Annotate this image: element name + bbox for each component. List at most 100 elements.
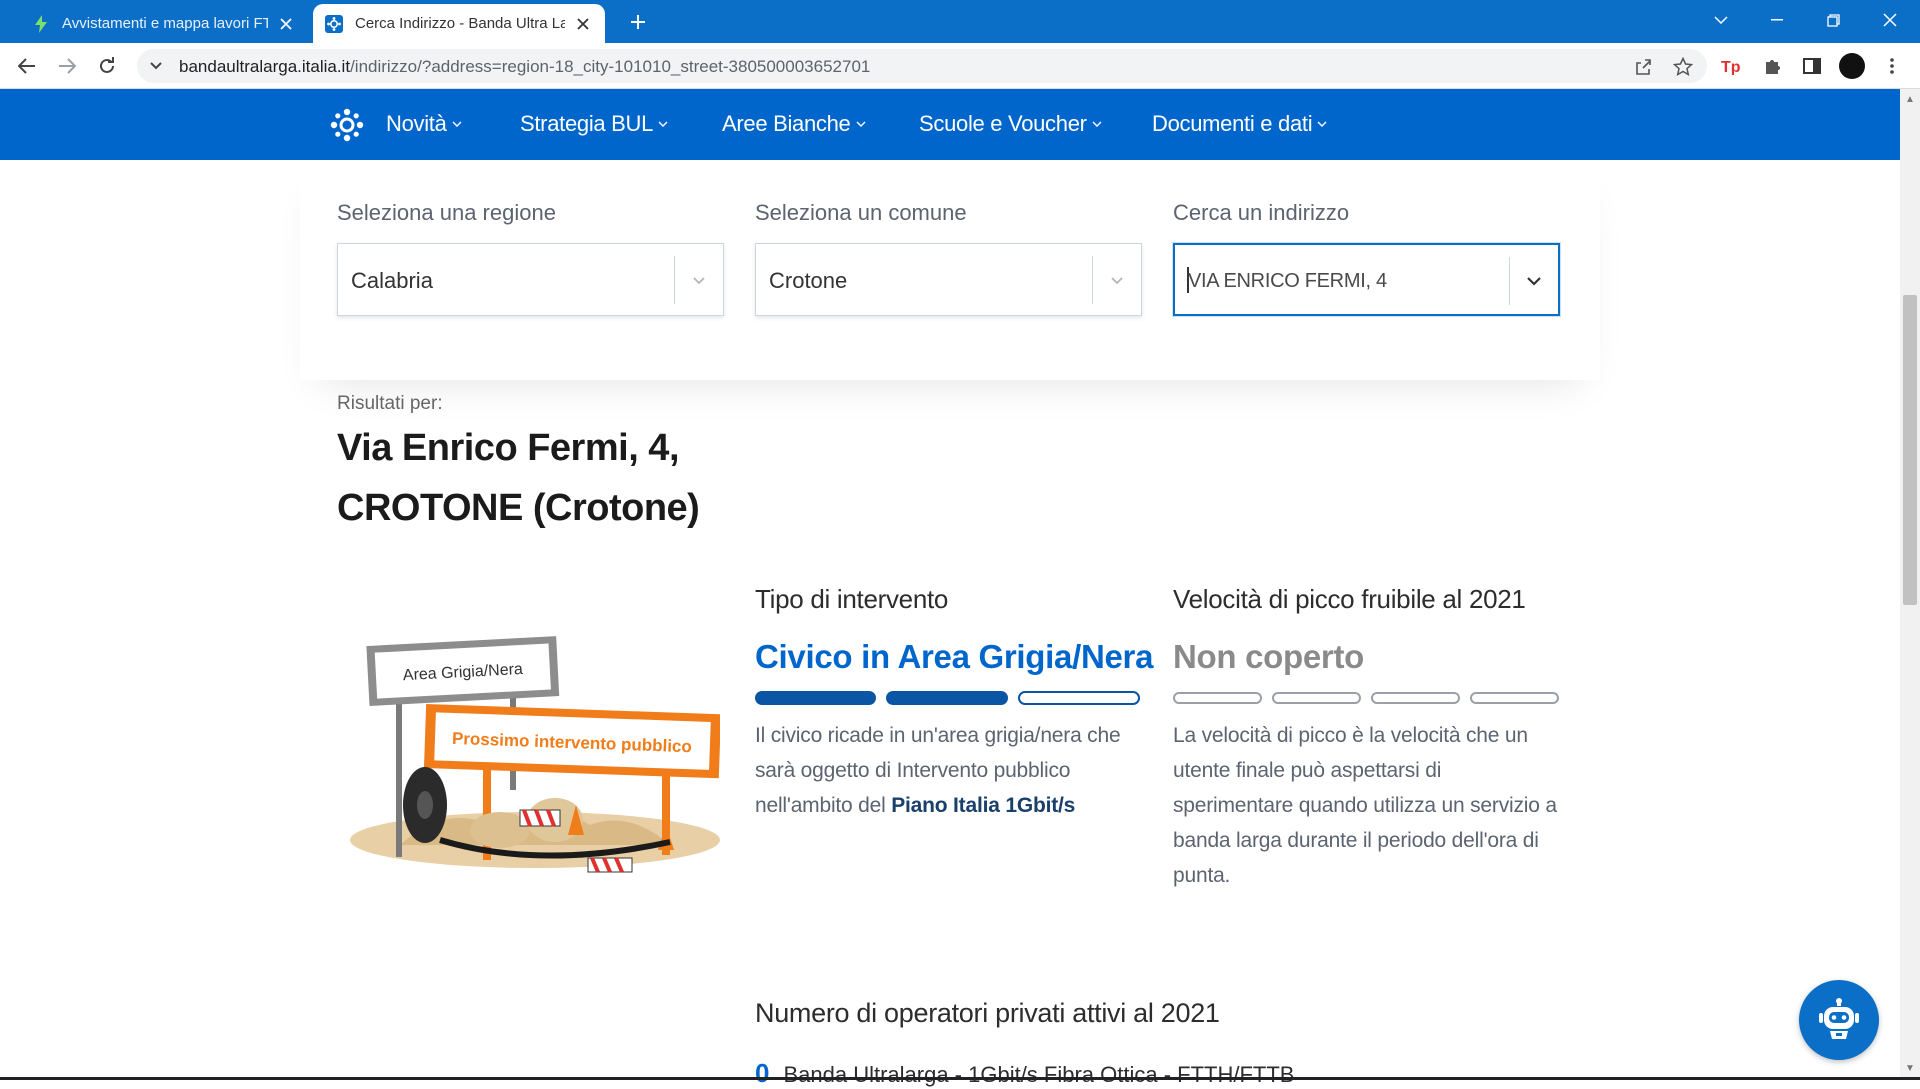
select-divider (1092, 256, 1093, 304)
chevron-down-icon (856, 121, 865, 127)
region-value: Calabria (351, 268, 433, 293)
region-label: Seleziona una regione (337, 200, 556, 225)
url-path: /indirizzo/?address=region-18_city-10101… (350, 57, 871, 76)
select-divider (1509, 257, 1510, 305)
tab-avvistamenti[interactable]: Avvistamenti e mappa lavori FTTH (20, 4, 308, 43)
site-info-chevron-icon[interactable] (149, 57, 167, 75)
tab-title: Cerca Indirizzo - Banda Ultra Larga (355, 15, 565, 32)
desc-line: nell'ambito del Piano Italia 1Gbit/s (755, 788, 1120, 823)
region-select[interactable]: Calabria (337, 243, 724, 316)
results-label: Risultati per: (337, 393, 443, 414)
level-bar-empty (1018, 691, 1140, 705)
intervento-heading: Tipo di intervento (755, 584, 949, 614)
chatbot-button[interactable] (1799, 980, 1879, 1060)
bul-favicon-icon (325, 14, 343, 33)
desc-line: La velocità di picco è la velocità che u… (1173, 724, 1528, 747)
scrollbar-thumb[interactable] (1903, 295, 1917, 605)
address-label: Cerca un indirizzo (1173, 200, 1350, 225)
scroll-down-arrow-icon[interactable]: ▼ (1904, 1062, 1916, 1074)
nav-novita[interactable]: Novità (386, 111, 462, 137)
chevron-down-icon (1092, 121, 1102, 127)
desc-line: punta. (1173, 864, 1231, 887)
chevron-down-icon (452, 121, 462, 127)
bookmark-star-icon[interactable] (1672, 56, 1694, 78)
nav-label: Scuole e Voucher (919, 111, 1087, 136)
chevron-down-icon (1317, 121, 1327, 127)
address-search-input[interactable]: VIA ENRICO FERMI, 4 (1173, 243, 1560, 316)
results-address-title: Via Enrico Fermi, 4, CROTONE (Crotone) (337, 418, 857, 538)
restore-icon[interactable] (1805, 0, 1861, 40)
city-value: Crotone (769, 268, 848, 293)
extensions-puzzle-icon[interactable] (1756, 50, 1788, 82)
chevron-down-icon (658, 121, 668, 127)
nav-documenti-dati[interactable]: Documenti e dati (1152, 111, 1327, 137)
browser-toolbar: bandaultralarga.italia.it/indirizzo/?add… (0, 43, 1920, 89)
nav-label: Aree Bianche (722, 111, 851, 136)
address-line-1: Via Enrico Fermi, 4, (337, 427, 680, 469)
bul-logo-icon[interactable] (330, 108, 364, 142)
piano-italia-link[interactable]: Piano Italia 1Gbit/s (891, 794, 1075, 817)
url-text: bandaultralarga.italia.it/indirizzo/?add… (179, 57, 870, 77)
window-close-icon[interactable] (1862, 0, 1918, 40)
intervento-value: Civico in Area Grigia/Nera (755, 638, 1154, 675)
nav-label: Documenti e dati (1152, 111, 1313, 136)
address-line-2: CROTONE (Crotone) (337, 487, 700, 529)
speed-bar-empty (1371, 692, 1460, 704)
operatori-label: Banda Ultralarga - 1Gbit/s Fibra Ottica … (783, 1062, 1295, 1087)
speed-bar-empty (1173, 692, 1262, 704)
desc-line: sperimentare quando utilizza un servizio… (1173, 794, 1557, 817)
svg-text:Tp: Tp (1721, 59, 1741, 75)
desc-line: sarà oggetto di Intervento pubblico (755, 759, 1071, 782)
level-bar-filled (755, 691, 876, 705)
chevron-down-icon[interactable] (1524, 271, 1544, 291)
velocita-description: La velocità di picco è la velocità che u… (1173, 718, 1557, 893)
desc-line: banda larga durante il periodo dell'ora … (1173, 829, 1539, 852)
level-bar-filled (886, 691, 1008, 705)
url-host: bandaultralarga.italia.it (179, 57, 351, 76)
chevron-down-icon[interactable] (689, 270, 709, 290)
robot-icon (1819, 998, 1859, 1039)
intervento-description: Il civico ricade in un'area grigia/nera … (755, 718, 1121, 823)
side-panel-icon[interactable] (1796, 50, 1828, 82)
chevron-down-icon[interactable] (1107, 270, 1127, 290)
desc-line: utente finale può aspettarsi di (1173, 759, 1442, 782)
speed-bar-empty (1272, 692, 1361, 704)
close-icon[interactable] (276, 14, 296, 34)
address-value: VIA ENRICO FERMI, 4 (1188, 270, 1387, 292)
city-select[interactable]: Crotone (755, 243, 1142, 316)
site-navbar: Novità Strategia BUL Aree Bianche Scuole… (0, 89, 1900, 160)
operatori-item: 0 Banda Ultralarga - 1Gbit/s Fibra Ottica… (755, 1058, 1294, 1089)
area-grigia-illustration: Area Grigia/Nera Prossimo intervento pub… (340, 630, 722, 890)
tab-search-chevron-icon[interactable] (1693, 0, 1749, 40)
velocita-value: Non coperto (1173, 638, 1365, 675)
back-arrow-icon[interactable] (11, 50, 43, 82)
reload-icon[interactable] (91, 50, 123, 82)
new-tab-plus-icon[interactable] (624, 8, 652, 36)
close-icon[interactable] (573, 14, 593, 34)
tp-extension-icon[interactable]: Tp (1716, 50, 1748, 82)
browser-tab-strip: Avvistamenti e mappa lavori FTTH Cerca I… (0, 0, 1920, 43)
profile-avatar[interactable] (1836, 50, 1868, 82)
share-icon[interactable] (1632, 56, 1654, 78)
nav-label: Novità (386, 111, 447, 136)
nav-scuole-voucher[interactable]: Scuole e Voucher (919, 111, 1102, 137)
bolt-icon (32, 14, 50, 33)
desc-text: nell'ambito del (755, 794, 886, 817)
browser-menu-icon[interactable] (1876, 50, 1908, 82)
city-label: Seleziona un comune (755, 200, 967, 225)
select-divider (674, 256, 675, 304)
nav-strategia-bul[interactable]: Strategia BUL (520, 111, 668, 137)
nav-aree-bianche[interactable]: Aree Bianche (722, 111, 866, 137)
velocita-heading: Velocità di picco fruibile al 2021 (1173, 584, 1526, 614)
forward-arrow-icon[interactable] (51, 50, 83, 82)
tab-title: Avvistamenti e mappa lavori FTTH (62, 15, 268, 32)
minimize-icon[interactable] (1749, 0, 1805, 40)
speed-bar-empty (1470, 692, 1559, 704)
desc-line: Il civico ricade in un'area grigia/nera … (755, 724, 1121, 747)
scroll-up-arrow-icon[interactable]: ▲ (1904, 93, 1916, 105)
address-bar[interactable]: bandaultralarga.italia.it/indirizzo/?add… (137, 49, 1707, 83)
operatori-heading: Numero di operatori privati attivi al 20… (755, 998, 1220, 1028)
nav-label: Strategia BUL (520, 111, 654, 136)
operatori-count: 0 (755, 1058, 770, 1088)
tab-cerca-indirizzo[interactable]: Cerca Indirizzo - Banda Ultra Larga (313, 4, 605, 43)
